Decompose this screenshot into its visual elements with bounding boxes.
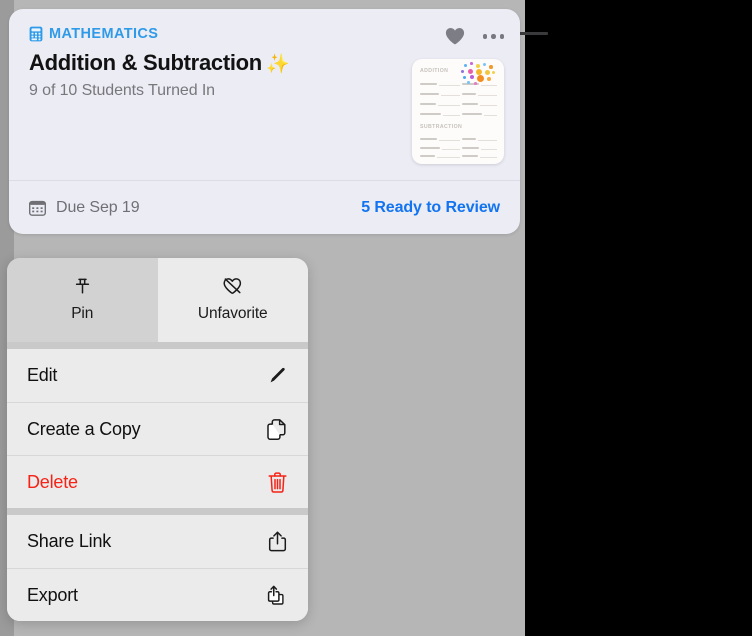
- calendar-icon: [29, 200, 46, 216]
- trash-icon: [266, 471, 288, 494]
- confetti-dot: [464, 64, 467, 67]
- menu-tab-label: Unfavorite: [197, 305, 268, 322]
- subject-row: MATHEMATICS: [29, 25, 500, 43]
- subject-label: MATHEMATICS: [49, 26, 159, 42]
- confetti-dot: [467, 81, 470, 84]
- ellipsis-dot: [491, 34, 496, 39]
- menu-group-separator: [7, 342, 308, 349]
- due-date-label: Due Sep 19: [56, 198, 140, 216]
- confetti-dot: [485, 70, 490, 75]
- context-menu[interactable]: Pin Unfavorite Edit Create a Copy Delete…: [7, 258, 308, 621]
- menu-item-label: Delete: [27, 471, 78, 492]
- worksheet-section-title: ADDITION: [420, 68, 449, 74]
- card-action-buttons: [445, 27, 504, 46]
- menu-tab-pin[interactable]: Pin: [7, 258, 158, 342]
- heart-filled-icon[interactable]: [445, 27, 465, 46]
- menu-item-edit[interactable]: Edit: [7, 349, 308, 402]
- confetti-dot: [474, 82, 477, 85]
- menu-tab-label: Pin: [71, 305, 94, 322]
- ellipsis-icon[interactable]: [482, 30, 504, 43]
- pencil-icon: [266, 364, 288, 387]
- confetti-dot: [483, 63, 486, 66]
- menu-group-edit-actions: Edit Create a Copy Delete: [7, 349, 308, 508]
- menu-group-separator: [7, 508, 308, 515]
- assignment-card-footer: Due Sep 19 5 Ready to Review: [9, 180, 520, 234]
- menu-item-label: Create a Copy: [27, 418, 141, 439]
- duplicate-icon: [266, 418, 288, 441]
- confetti-dot: [476, 64, 480, 68]
- worksheet-thumbnail[interactable]: ADDITION SUBTRACTION: [412, 59, 504, 164]
- menu-item-delete[interactable]: Delete: [7, 455, 308, 508]
- calculator-icon: [29, 26, 43, 42]
- menu-item-share-link[interactable]: Share Link: [7, 515, 308, 568]
- heart-slash-icon: [222, 277, 243, 297]
- confetti-dot: [461, 70, 464, 73]
- page-title: Addition & Subtraction: [29, 50, 262, 75]
- menu-tab-unfavorite[interactable]: Unfavorite: [157, 258, 308, 342]
- menu-item-label: Share Link: [27, 531, 112, 551]
- export-icon: [266, 584, 288, 607]
- confetti-dot: [468, 69, 473, 74]
- context-menu-tabs: Pin Unfavorite: [7, 258, 308, 342]
- ellipsis-dot: [499, 34, 504, 39]
- confetti-dot: [487, 77, 491, 81]
- menu-item-label: Export: [27, 584, 78, 605]
- due-date-group: Due Sep 19: [29, 199, 140, 217]
- sparkles-icon: ✨: [265, 54, 290, 75]
- confetti-dot: [477, 75, 484, 82]
- black-letterbox-region: [525, 0, 752, 636]
- confetti-dot: [470, 62, 473, 65]
- confetti-dot: [489, 65, 493, 69]
- pin-icon: [74, 277, 91, 297]
- confetti-dot: [470, 75, 474, 79]
- ready-to-review-link[interactable]: 5 Ready to Review: [361, 199, 500, 217]
- assignment-card[interactable]: MATHEMATICS Addition & Subtraction ✨ 9 o…: [9, 9, 520, 234]
- menu-item-export[interactable]: Export: [7, 568, 308, 621]
- worksheet-section-title: SUBTRACTION: [420, 124, 463, 130]
- menu-item-create-a-copy[interactable]: Create a Copy: [7, 402, 308, 455]
- confetti-dot: [463, 76, 466, 79]
- assignment-card-body: MATHEMATICS Addition & Subtraction ✨ 9 o…: [9, 9, 520, 180]
- menu-group-share-actions: Share Link Export: [7, 515, 308, 621]
- menu-item-label: Edit: [27, 365, 58, 385]
- confetti-dot: [492, 71, 495, 74]
- share-icon: [266, 530, 288, 553]
- ellipsis-dot: [482, 34, 487, 39]
